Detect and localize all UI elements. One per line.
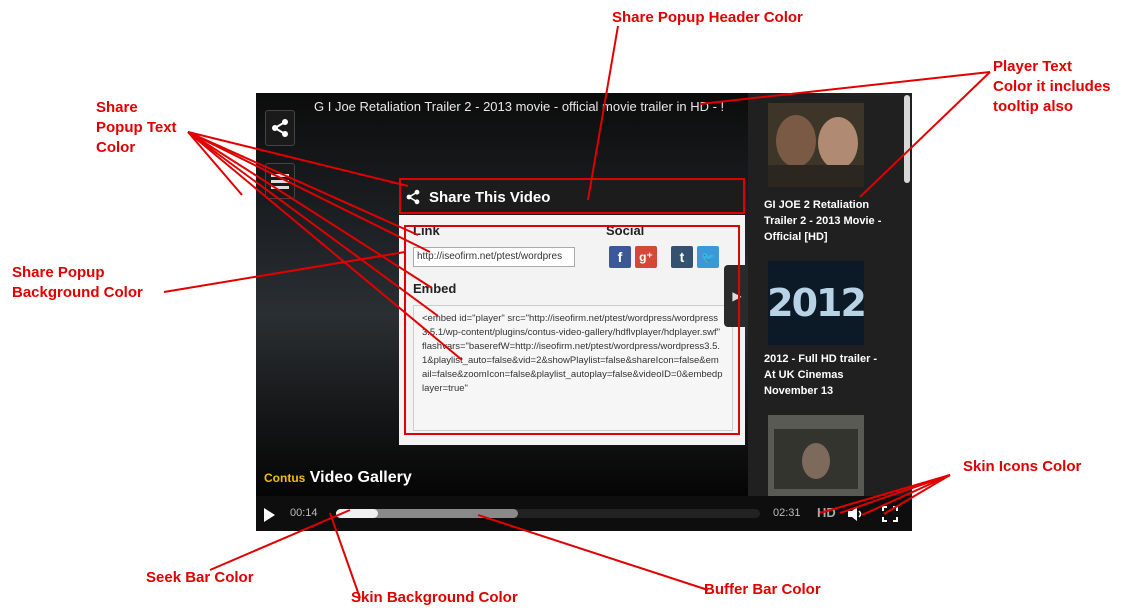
playlist-item-thumbnail[interactable] — [768, 103, 864, 187]
playlist-item-thumbnail[interactable]: 2012 — [768, 261, 864, 345]
playlist-collapse-tab[interactable]: ▶ — [724, 265, 750, 327]
share-button[interactable] — [265, 110, 295, 146]
play-icon[interactable] — [264, 508, 275, 522]
duration-time: 02:31 — [773, 507, 801, 519]
share-popup-title: Share This Video — [429, 188, 551, 206]
link-label: Link — [413, 223, 440, 238]
control-bar: 00:14 02:31 HD — [256, 496, 912, 531]
logo-product: Video Gallery — [309, 469, 412, 486]
facebook-icon[interactable]: f — [609, 246, 631, 268]
annotation-seek-bar-color: Seek Bar Color — [146, 569, 254, 586]
logo: Contus Video Gallery — [264, 469, 412, 487]
fullscreen-icon[interactable] — [882, 506, 898, 522]
embed-code-field[interactable]: <embed id="player" src="http://iseofirm.… — [413, 305, 733, 431]
annotation-skin-background-color: Skin Background Color — [351, 589, 518, 606]
video-player: G I Joe Retaliation Trailer 2 - 2013 mov… — [256, 93, 912, 531]
twitter-icon[interactable]: 🐦 — [697, 246, 719, 268]
playlist-scrollbar[interactable] — [904, 95, 910, 183]
tumblr-icon[interactable]: t — [671, 246, 693, 268]
playlist-icon — [271, 174, 289, 189]
playlist-item-thumbnail[interactable] — [768, 415, 864, 496]
google-plus-icon[interactable]: g⁺ — [635, 246, 657, 268]
share-link-field[interactable]: http://iseofirm.net/ptest/wordpres — [413, 247, 575, 267]
share-popup: Share This Video Link http://iseofirm.ne… — [399, 179, 745, 445]
playlist-panel: GI JOE 2 Retaliation Trailer 2 - 2013 Mo… — [748, 93, 912, 496]
annotation-skin-icons-color: Skin Icons Color — [963, 458, 1082, 475]
share-popup-header: Share This Video — [399, 179, 745, 215]
annotation-buffer-bar-color: Buffer Bar Color — [704, 581, 821, 598]
share-popup-body: Link http://iseofirm.net/ptest/wordpres … — [399, 215, 745, 445]
current-time: 00:14 — [290, 507, 318, 519]
annotation-share-background-color: Share Popup Background Color — [12, 264, 143, 301]
video-area[interactable]: G I Joe Retaliation Trailer 2 - 2013 mov… — [256, 93, 750, 496]
share-icon — [272, 119, 288, 137]
seek-bar[interactable] — [336, 509, 760, 518]
playlist-item-title[interactable]: 2012 - Full HD trailer - At UK Cinemas N… — [764, 351, 889, 399]
annotation-share-header-color: Share Popup Header Color — [612, 9, 803, 26]
thumbnail-image — [768, 103, 864, 187]
annotation-share-text-color: Share Popup Text Color — [96, 99, 177, 156]
thumbnail-text: 2012 — [768, 281, 864, 325]
chevron-right-icon: ▶ — [732, 289, 742, 303]
embed-label: Embed — [413, 281, 457, 296]
volume-icon[interactable] — [847, 506, 865, 522]
logo-brand: Contus — [264, 471, 306, 485]
annotation-player-text-color: Player Text Color it includes tooltip al… — [993, 58, 1111, 115]
social-label: Social — [606, 223, 645, 238]
hd-button[interactable]: HD — [817, 505, 836, 520]
share-icon — [406, 189, 420, 205]
video-title: G I Joe Retaliation Trailer 2 - 2013 mov… — [314, 99, 725, 114]
seek-progress — [336, 509, 379, 518]
playlist-item-title[interactable]: GI JOE 2 Retaliation Trailer 2 - 2013 Mo… — [764, 197, 889, 245]
thumbnail-image — [768, 415, 864, 496]
playlist-toggle-button[interactable] — [265, 163, 295, 199]
